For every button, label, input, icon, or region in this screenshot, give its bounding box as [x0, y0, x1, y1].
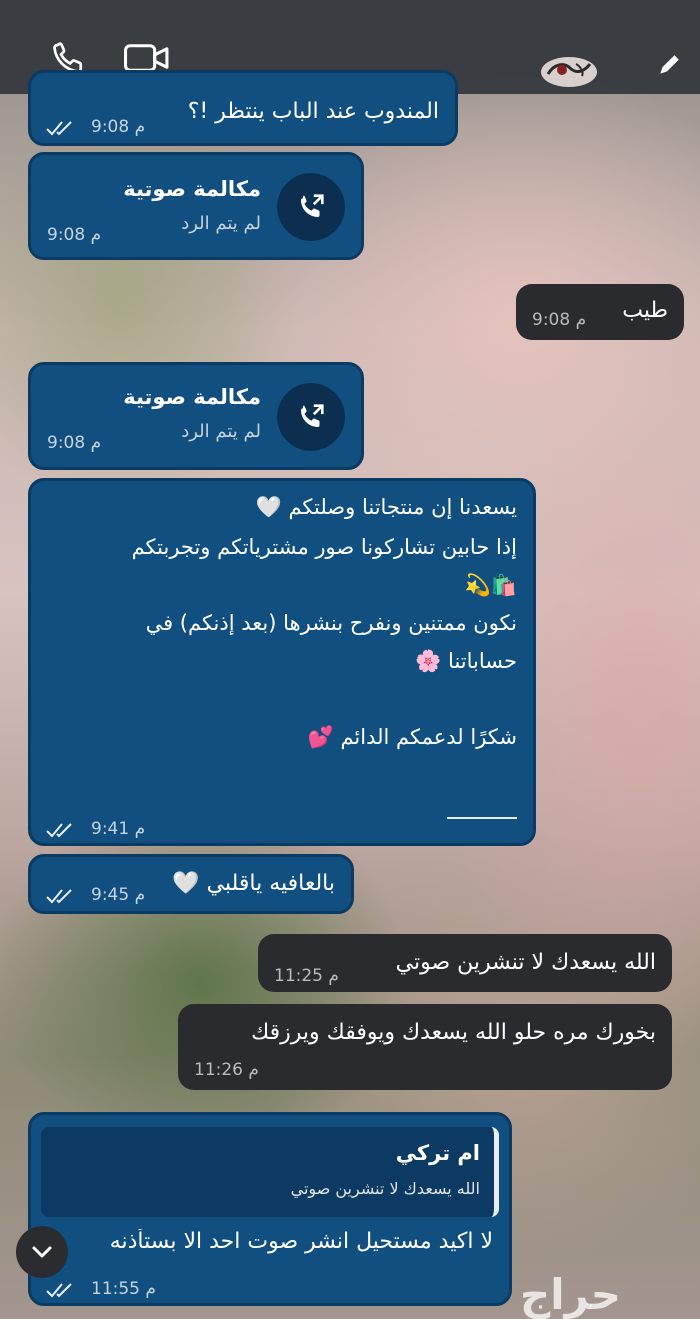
message-text: لا اكيد مستحيل انشر صوت احد الا بستأذنه: [109, 1229, 493, 1254]
message-bubble-incoming[interactable]: الله يسعدك لا تنشرين صوتي 11:25 م: [258, 934, 672, 992]
call-icon-circle[interactable]: [277, 173, 345, 241]
call-icon-circle[interactable]: [277, 383, 345, 451]
chevron-down-icon: [32, 1246, 52, 1258]
message-time: 9:08 م: [532, 310, 587, 330]
message-time: 9:45 م: [91, 885, 146, 905]
message-bubble-reply[interactable]: ام تركي الله يسعدك لا تنشرين صوتي لا اكي…: [28, 1112, 512, 1306]
call-title: مكالمة صوتية: [123, 385, 261, 409]
double-check-icon: [46, 823, 72, 838]
call-status: لم يتم الرد: [181, 213, 261, 234]
message-line: يسعدنا إن منتجاتنا وصلتكم 🤍: [255, 495, 517, 519]
double-check-icon: [46, 889, 72, 904]
double-check-icon: [46, 121, 72, 136]
watermark-logo: حراج: [520, 1270, 622, 1319]
message-text: بالعافيه ياقلبي 🤍: [172, 871, 335, 896]
message-time: 9:08 م: [91, 117, 146, 137]
call-status: لم يتم الرد: [181, 421, 261, 442]
call-title: مكالمة صوتية: [123, 177, 261, 201]
message-time: 9:08 م: [47, 433, 102, 453]
avatar[interactable]: [536, 50, 602, 90]
quoted-sender: ام تركي: [395, 1141, 480, 1165]
message-bubble-outgoing[interactable]: المندوب عند الباب ينتظر !؟ 9:08 م: [28, 70, 458, 146]
voice-call-bubble[interactable]: مكالمة صوتية لم يتم الرد 9:08 م: [28, 152, 364, 260]
message-text: المندوب عند الباب ينتظر !؟: [187, 99, 439, 124]
message-line: إذا حابين تشاركونا صور مشترياتكم وتجربتك…: [131, 535, 517, 559]
message-text: الله يسعدك لا تنشرين صوتي: [395, 950, 656, 975]
quoted-message[interactable]: ام تركي الله يسعدك لا تنشرين صوتي: [41, 1127, 499, 1217]
edit-icon[interactable]: [656, 52, 682, 78]
quoted-text: الله يسعدك لا تنشرين صوتي: [290, 1179, 480, 1198]
message-time: 9:41 م: [91, 819, 146, 839]
scroll-down-button[interactable]: [16, 1226, 68, 1278]
message-time: 11:55 م: [91, 1279, 156, 1299]
message-bubble-outgoing[interactable]: بالعافيه ياقلبي 🤍 9:45 م: [28, 854, 354, 914]
message-text: طيب: [622, 298, 668, 323]
message-text: بخورك مره حلو الله يسعدك ويوفقك ويرزقك: [251, 1020, 656, 1045]
message-bubble-incoming[interactable]: بخورك مره حلو الله يسعدك ويوفقك ويرزقك 1…: [178, 1004, 672, 1090]
message-line: شكرًا لدعمكم الدائم 💕: [307, 725, 517, 749]
message-time: 9:08 م: [47, 225, 102, 245]
message-time: 11:26 م: [194, 1060, 259, 1080]
outgoing-call-icon: [300, 194, 324, 218]
double-check-icon: [46, 1283, 72, 1298]
message-time: 11:25 م: [274, 966, 339, 986]
divider-line: [447, 817, 517, 819]
message-bubble-outgoing[interactable]: يسعدنا إن منتجاتنا وصلتكم 🤍 إذا حابين تش…: [28, 478, 536, 846]
message-line: 🛍️💫: [464, 573, 517, 597]
voice-call-bubble[interactable]: مكالمة صوتية لم يتم الرد 9:08 م: [28, 362, 364, 470]
message-bubble-incoming[interactable]: طيب 9:08 م: [516, 284, 684, 340]
message-line: حساباتنا 🌸: [415, 649, 517, 673]
outgoing-call-icon: [300, 404, 324, 428]
message-line: نكون ممتنين ونفرح بنشرها (بعد إذنكم) في: [145, 611, 517, 635]
